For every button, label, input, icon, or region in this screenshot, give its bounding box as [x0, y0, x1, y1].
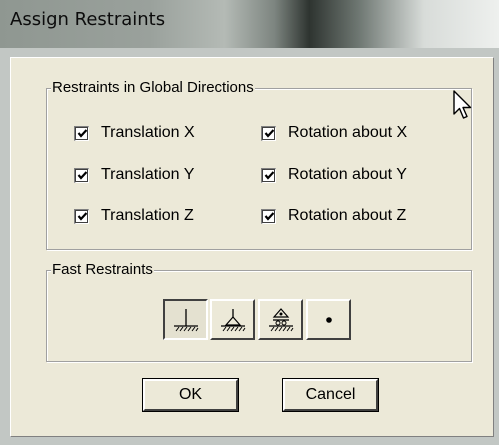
title-bar[interactable]: Assign Restraints [0, 0, 499, 48]
checkmark-icon [264, 212, 274, 221]
checkbox-label: Translation X [101, 124, 195, 141]
ok-button[interactable]: OK [142, 378, 239, 412]
fixed-support-icon [173, 308, 198, 331]
checkbox-label: Rotation about X [288, 124, 408, 141]
restraints-group-label: Restraints in Global Directions [51, 79, 255, 96]
checkbox-box[interactable] [261, 125, 276, 141]
checkbox-label: Translation Y [101, 166, 195, 183]
roller-support-button[interactable] [258, 299, 303, 340]
free-joint-icon [325, 316, 332, 323]
fast-restraints-group-label: Fast Restraints [51, 261, 154, 278]
checkmark-icon [77, 212, 87, 221]
checkmark-icon [264, 171, 274, 180]
checkbox-box[interactable] [74, 167, 89, 183]
checkbox-translation-x[interactable]: Translation X [74, 124, 195, 142]
checkbox-label: Translation Z [101, 207, 194, 224]
checkbox-label: Rotation about Z [288, 207, 407, 224]
checkmark-icon [77, 171, 87, 180]
checkbox-box[interactable] [261, 208, 276, 224]
window-title: Assign Restraints [10, 9, 166, 30]
cancel-button[interactable]: Cancel [282, 378, 379, 412]
checkbox-label: Rotation about Y [288, 166, 407, 183]
pinned-support-icon [220, 308, 245, 331]
pinned-support-button[interactable] [210, 299, 255, 340]
checkbox-box[interactable] [74, 208, 89, 224]
checkbox-box[interactable] [261, 167, 276, 183]
checkmark-icon [264, 129, 274, 138]
checkbox-rotation-z[interactable]: Rotation about Z [261, 207, 406, 225]
checkbox-box[interactable] [74, 125, 89, 141]
checkbox-translation-z[interactable]: Translation Z [74, 207, 194, 225]
fixed-support-button[interactable] [163, 299, 208, 340]
mouse-cursor-icon [453, 90, 472, 119]
free-joint-button[interactable] [306, 299, 351, 340]
checkbox-translation-y[interactable]: Translation Y [74, 166, 194, 184]
roller-support-icon [268, 307, 293, 331]
checkmark-icon [77, 129, 87, 138]
checkbox-rotation-x[interactable]: Rotation about X [261, 124, 407, 142]
checkbox-rotation-y[interactable]: Rotation about Y [261, 166, 407, 184]
